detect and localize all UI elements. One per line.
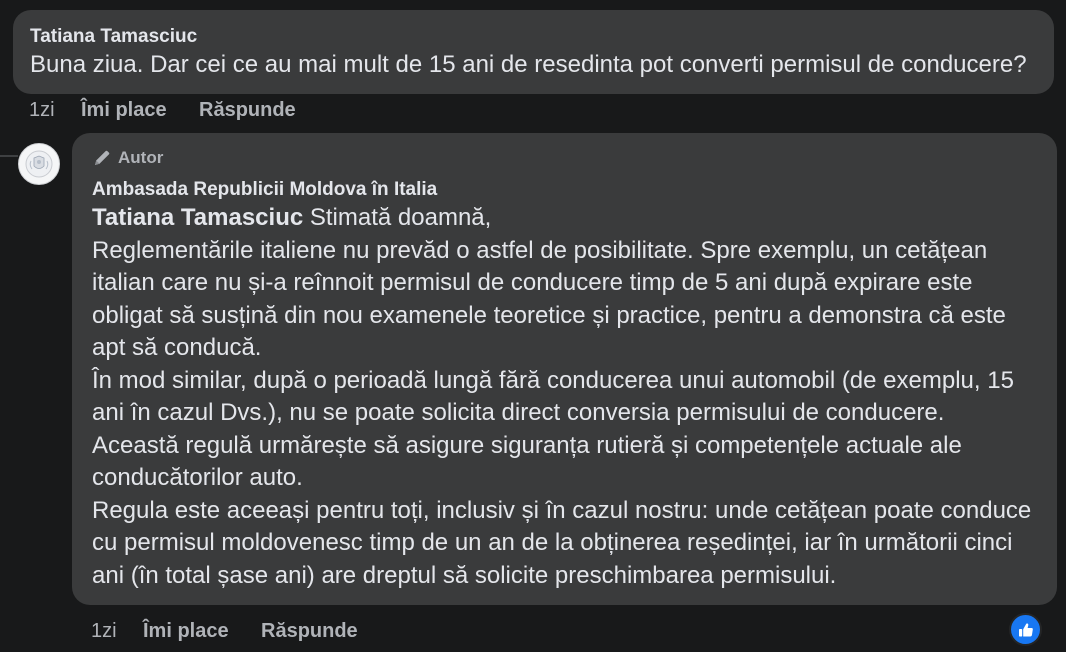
reaction-badge[interactable] (1009, 613, 1042, 646)
author-badge-label: Autor (118, 148, 164, 167)
reply-line: Această regulă urmărește să asigure sigu… (92, 431, 962, 459)
reply-line: apt să conducă. (92, 334, 262, 361)
reply-line: În mod similar, după o perioadă lungă fă… (92, 366, 1014, 394)
reply-author-name[interactable]: Ambasada Republicii Moldova în Italia (92, 178, 1041, 202)
thumbs-up-icon (1018, 622, 1033, 636)
reply-button[interactable]: Răspunde (261, 619, 358, 643)
reply-line: ani în cazul Dvs.), nu se poate solicita… (92, 399, 945, 426)
comment-text: Buna ziua. Dar cei ce au mai mult de 15 … (30, 51, 1027, 78)
comments-thread: Tatiana Tamasciuc Buna ziua. Dar cei ce … (0, 0, 1066, 652)
reply-line: conducătorilor auto. (92, 464, 303, 491)
mention-link[interactable]: Tatiana Tamasciuc (92, 204, 303, 231)
comment-author-name[interactable]: Tatiana Tamasciuc (30, 25, 1038, 49)
reply-line: Regula este aceeași pentru toți, inclusi… (92, 496, 1032, 524)
reply-first-line: Tatiana Tamasciuc Stimată doamnă, (92, 202, 1041, 235)
thread-connector-line (0, 155, 18, 157)
author-badge: Autor (92, 146, 1041, 170)
pencil-icon (95, 150, 110, 165)
reply-bubble: Autor Ambasada Republicii Moldova în Ita… (72, 133, 1057, 605)
reply-timestamp[interactable]: 1zi (91, 619, 143, 643)
like-button[interactable]: Îmi place (143, 619, 261, 643)
coat-of-arms-icon (25, 150, 53, 178)
reply-actions: 1zi Îmi place Răspunde (91, 619, 358, 643)
avatar[interactable] (18, 143, 60, 185)
reply-line: italian care nu și-a reînnoit permisul d… (92, 269, 973, 296)
comment-bubble: Tatiana Tamasciuc Buna ziua. Dar cei ce … (13, 10, 1054, 94)
reply-button[interactable]: Răspunde (199, 98, 296, 122)
comment-timestamp[interactable]: 1zi (29, 98, 81, 122)
reply-line: obligat să susțină din nou examenele teo… (92, 301, 1006, 329)
reply-line: cu permisul moldovenesc timp de un an de… (92, 529, 1013, 556)
reply-text: Tatiana Tamasciuc Stimată doamnă, Reglem… (92, 202, 1041, 592)
greeting-text: Stimată doamnă, (303, 204, 492, 231)
reply-line: Reglementările italiene nu prevăd o astf… (92, 236, 988, 264)
like-button[interactable]: Îmi place (81, 98, 199, 122)
comment-actions: 1zi Îmi place Răspunde (29, 98, 296, 122)
reply-line: ani (în total șase ani) are dreptul să s… (92, 561, 837, 589)
